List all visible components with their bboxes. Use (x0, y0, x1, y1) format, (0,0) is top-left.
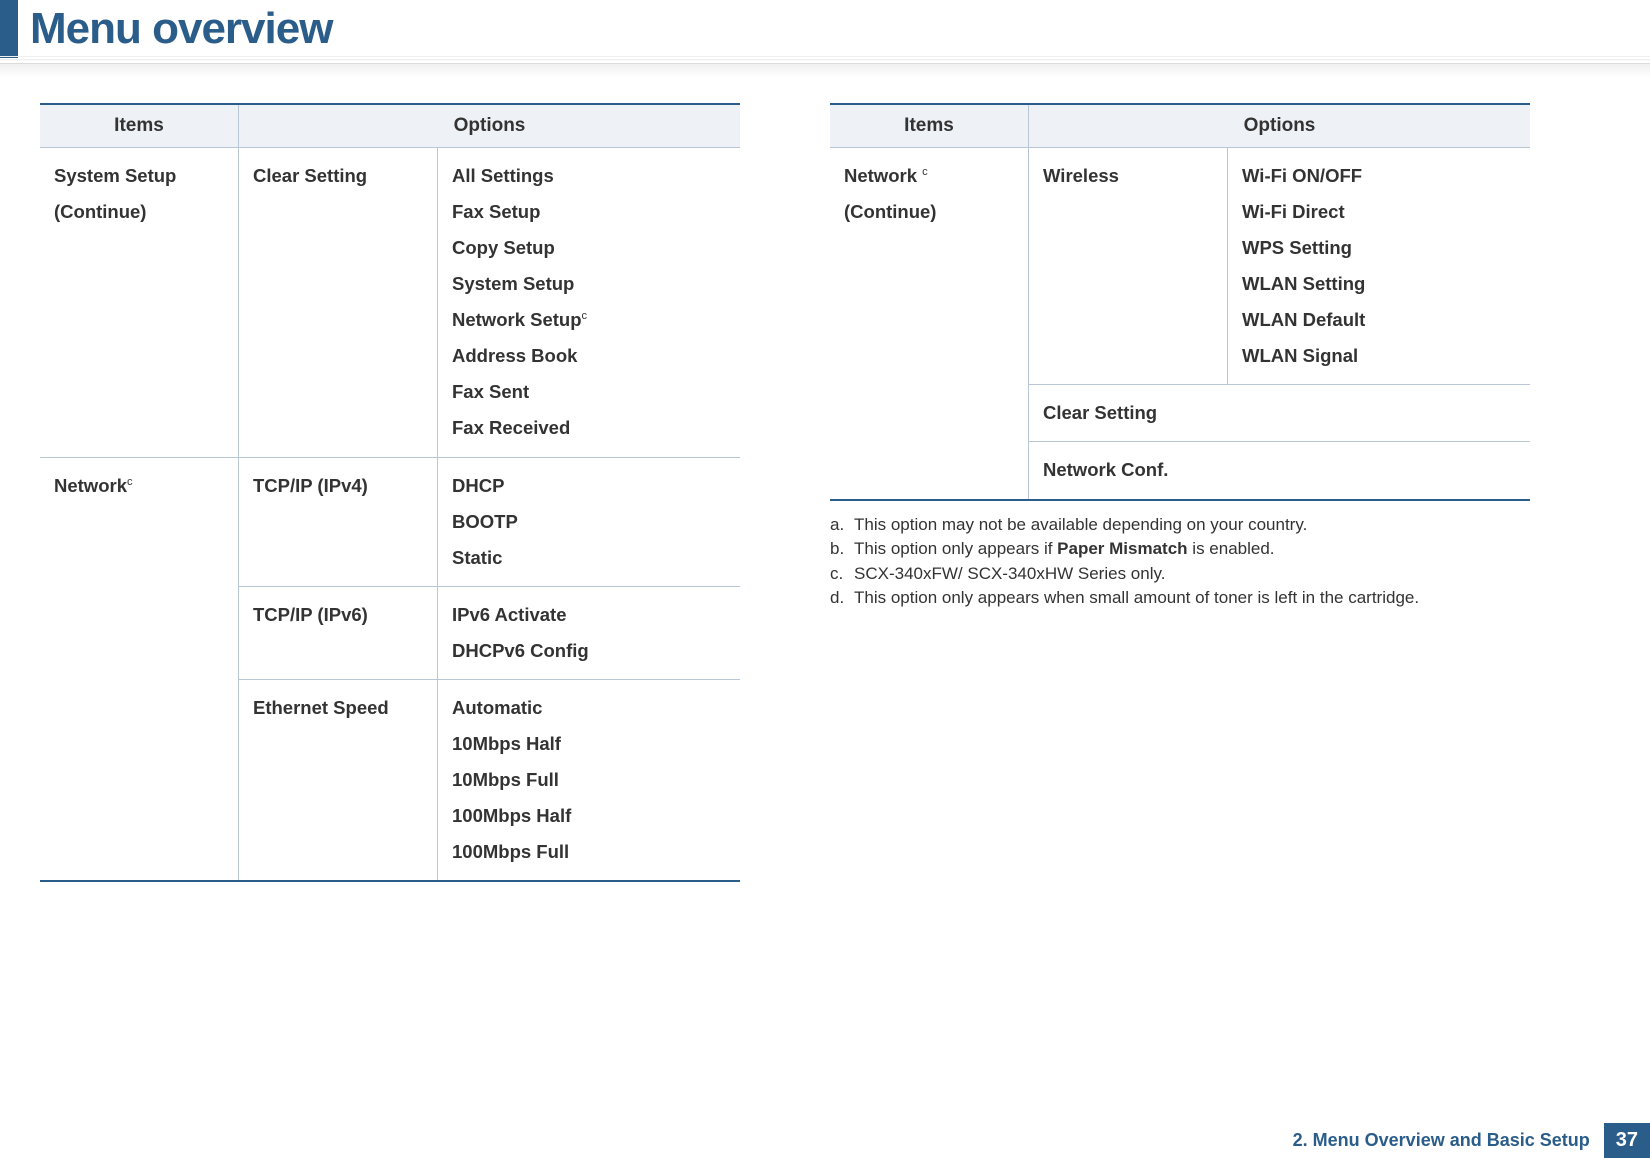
submenu-cell: Ethernet Speed (239, 679, 438, 881)
submenu-label: Ethernet Speed (253, 690, 423, 726)
option-label: All Settings (452, 158, 726, 194)
submenu-cell: Wireless (1029, 148, 1228, 385)
footnote-b: b. This option only appears if Paper Mis… (830, 537, 1530, 562)
footnote-letter: b. (830, 537, 848, 562)
left-column: Items Options System Setup (Continue) Cl… (40, 103, 740, 882)
item-label-line2: (Continue) (844, 194, 1014, 230)
option-label: WLAN Setting (1242, 266, 1516, 302)
options-cell: Automatic 10Mbps Half 10Mbps Full 100Mbp… (438, 679, 741, 881)
option-label: DHCP (452, 468, 726, 504)
footnote-text-pre: This option only appears if (854, 539, 1057, 558)
options-cell: Wi-Fi ON/OFF Wi-Fi Direct WPS Setting WL… (1228, 148, 1531, 385)
option-label: 100Mbps Full (452, 834, 726, 870)
title-underline (0, 56, 1650, 64)
footnote-text: This option only appears if Paper Mismat… (854, 537, 1275, 562)
submenu-cell: Clear Setting (239, 148, 438, 458)
footnote-ref: c (582, 310, 588, 322)
option-label: Network Conf. (1043, 452, 1516, 488)
option-label: 10Mbps Half (452, 726, 726, 762)
page-footer: 2. Menu Overview and Basic Setup 37 (1293, 1123, 1650, 1158)
footnote-a: a. This option may not be available depe… (830, 513, 1530, 538)
option-label: IPv6 Activate (452, 597, 726, 633)
item-label: Network (844, 165, 922, 186)
option-label: WPS Setting (1242, 230, 1516, 266)
option-label: Fax Sent (452, 374, 726, 410)
col-header-options: Options (239, 104, 741, 148)
footnote-letter: c. (830, 562, 848, 587)
full-option-cell: Clear Setting (1029, 385, 1531, 442)
table-row: System Setup (Continue) Clear Setting Al… (40, 148, 740, 458)
item-cell: Network c (Continue) (830, 148, 1029, 500)
footnote-letter: a. (830, 513, 848, 538)
footnote-letter: d. (830, 586, 848, 611)
footnote-text: This option may not be available dependi… (854, 513, 1307, 538)
option-label: DHCPv6 Config (452, 633, 726, 669)
option-text: Network Setup (452, 309, 582, 330)
full-option-cell: Network Conf. (1029, 442, 1531, 500)
option-label: System Setup (452, 266, 726, 302)
right-column: Items Options Network c (Continue) Wirel… (830, 103, 1530, 882)
footnote-text: SCX-340xFW/ SCX-340xHW Series only. (854, 562, 1165, 587)
col-header-items: Items (830, 104, 1029, 148)
table-row: Networkc TCP/IP (IPv4) DHCP BOOTP Static (40, 457, 740, 586)
col-header-items: Items (40, 104, 239, 148)
option-label: Copy Setup (452, 230, 726, 266)
footnotes: a. This option may not be available depe… (830, 513, 1530, 612)
submenu-label: Clear Setting (253, 158, 423, 194)
title-accent-block (0, 0, 18, 58)
footnote-text-post: is enabled. (1188, 539, 1275, 558)
item-cell: System Setup (Continue) (40, 148, 239, 458)
option-label: BOOTP (452, 504, 726, 540)
footnote-ref: c (922, 166, 928, 178)
option-label: Fax Setup (452, 194, 726, 230)
option-label: Clear Setting (1043, 395, 1516, 431)
menu-table-right: Items Options Network c (Continue) Wirel… (830, 103, 1530, 501)
option-label: Automatic (452, 690, 726, 726)
item-label: Network (54, 475, 127, 496)
option-label: 100Mbps Half (452, 798, 726, 834)
option-label: Wi-Fi Direct (1242, 194, 1516, 230)
col-header-options: Options (1029, 104, 1531, 148)
options-cell: IPv6 Activate DHCPv6 Config (438, 586, 741, 679)
footnote-text-bold: Paper Mismatch (1057, 539, 1187, 558)
title-shadow (0, 64, 1650, 78)
submenu-label: Wireless (1043, 158, 1213, 194)
table-row: Network c (Continue) Wireless Wi-Fi ON/O… (830, 148, 1530, 385)
title-bar: Menu overview (0, 0, 1650, 58)
submenu-cell: TCP/IP (IPv4) (239, 457, 438, 586)
item-cell: Networkc (40, 457, 239, 881)
option-label: Wi-Fi ON/OFF (1242, 158, 1516, 194)
footnote-c: c. SCX-340xFW/ SCX-340xHW Series only. (830, 562, 1530, 587)
chapter-label: 2. Menu Overview and Basic Setup (1293, 1130, 1590, 1151)
option-label: Network Setupc (452, 302, 726, 338)
option-label: Static (452, 540, 726, 576)
page-number: 37 (1604, 1123, 1650, 1158)
option-label: 10Mbps Full (452, 762, 726, 798)
submenu-label: TCP/IP (IPv4) (253, 468, 423, 504)
footnote-text: This option only appears when small amou… (854, 586, 1419, 611)
footnote-ref: c (127, 475, 133, 487)
options-cell: DHCP BOOTP Static (438, 457, 741, 586)
item-label: System Setup (Continue) (54, 158, 224, 230)
submenu-cell: TCP/IP (IPv6) (239, 586, 438, 679)
option-label: Address Book (452, 338, 726, 374)
footnote-d: d. This option only appears when small a… (830, 586, 1530, 611)
option-label: WLAN Default (1242, 302, 1516, 338)
option-label: WLAN Signal (1242, 338, 1516, 374)
options-cell: All Settings Fax Setup Copy Setup System… (438, 148, 741, 458)
menu-table-left: Items Options System Setup (Continue) Cl… (40, 103, 740, 882)
submenu-label: TCP/IP (IPv6) (253, 597, 423, 633)
option-label: Fax Received (452, 410, 726, 446)
page-title: Menu overview (30, 4, 332, 54)
